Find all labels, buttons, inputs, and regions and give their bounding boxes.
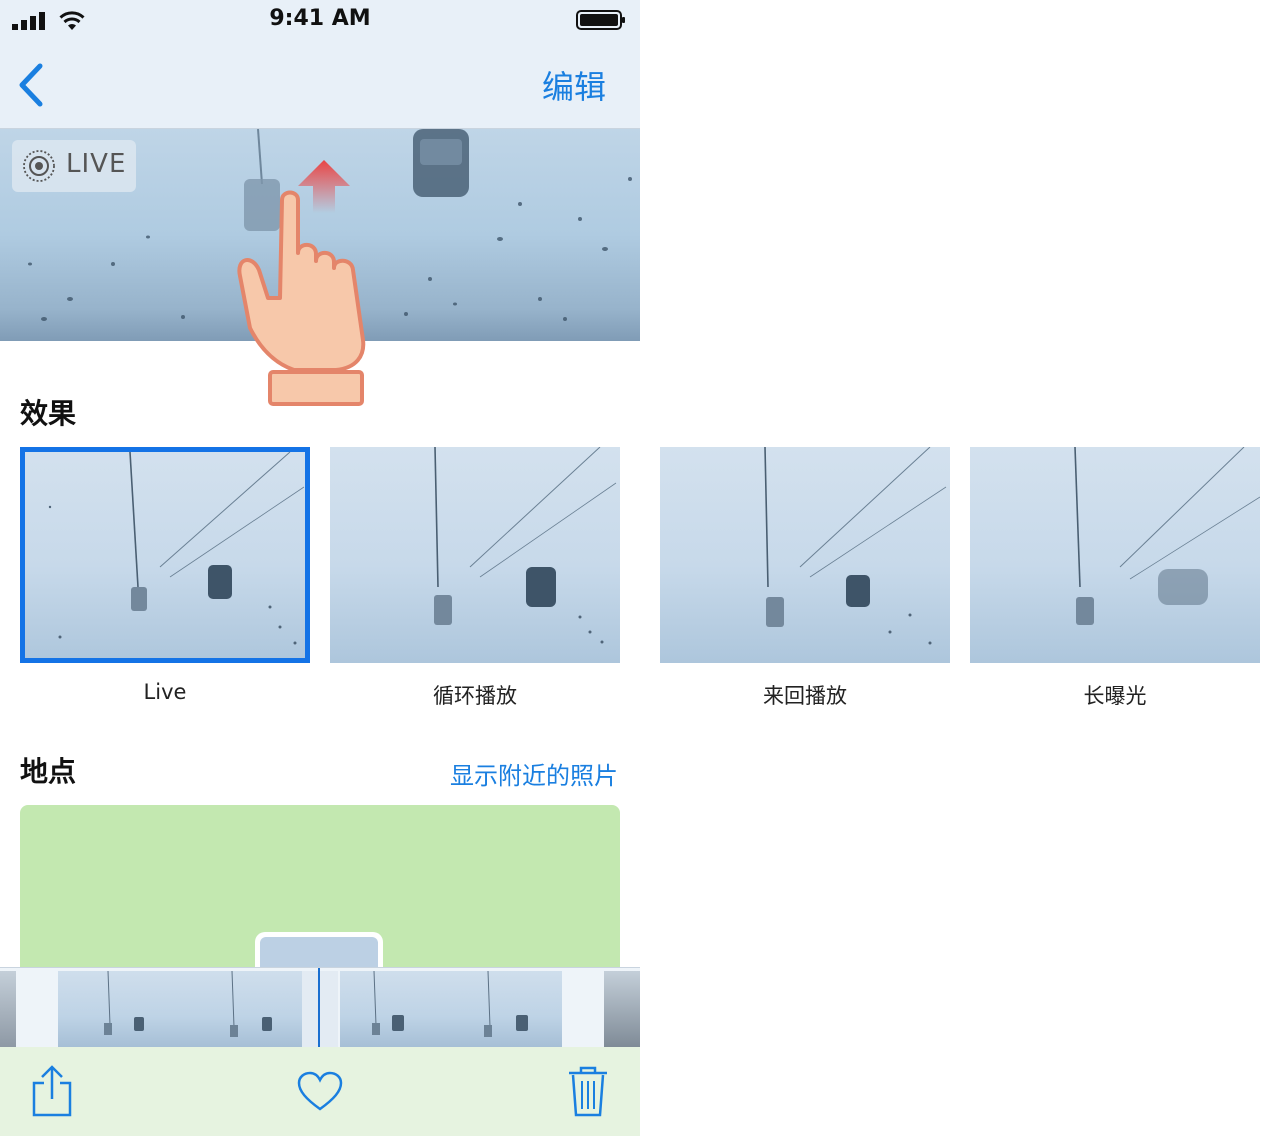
heart-icon[interactable] [296,1071,344,1113]
clock: 9:41 AM [269,6,371,31]
show-nearby-photos-link[interactable]: 显示附近的照片 [450,756,618,791]
live-badge[interactable]: LIVE [12,140,136,192]
scrubber-current-frame[interactable] [302,971,338,1047]
effect-thumbnail-live[interactable] [20,447,310,663]
live-photo-icon [23,150,55,182]
scrubber-frame[interactable] [436,971,562,1047]
effect-label-long-exposure: 长曝光 [1083,684,1147,708]
trash-icon[interactable] [566,1065,610,1119]
thumbnail-image [48,451,305,645]
swipe-up-hand-icon [237,160,366,406]
status-bar: 9:41 AM [0,0,640,40]
scrubber-frame[interactable] [340,971,436,1047]
effects-title: 效果 [20,397,77,430]
bottom-toolbar [0,1047,640,1136]
navigation-bar: 9:41 AM 编辑 [0,0,640,129]
scrubber-frame[interactable] [604,971,640,1047]
scrubber-frame[interactable] [184,971,302,1047]
effect-label-loop: 循环播放 [433,684,517,708]
effect-thumbnail-bounce[interactable] [660,447,950,663]
scrubber-playhead[interactable] [318,968,320,1048]
effect-label-live: Live [143,680,187,704]
battery-icon [576,10,625,30]
thumbnail-image [434,447,617,644]
share-icon[interactable] [30,1065,74,1117]
back-chevron-icon[interactable] [14,60,46,110]
effect-thumbnail-loop[interactable] [330,447,620,663]
effect-thumbnail-long-exposure[interactable] [970,447,1260,663]
photo-scrubber[interactable] [0,967,640,1048]
location-title: 地点 [20,755,77,788]
scrubber-frame[interactable] [58,971,184,1047]
scrubber-frame[interactable] [0,971,16,1047]
thumbnail-image [764,447,947,645]
live-badge-label: LIVE [66,149,127,179]
edit-button[interactable]: 编辑 [542,62,606,108]
thumbnail-image [1074,447,1260,625]
effect-label-bounce: 来回播放 [763,684,847,708]
